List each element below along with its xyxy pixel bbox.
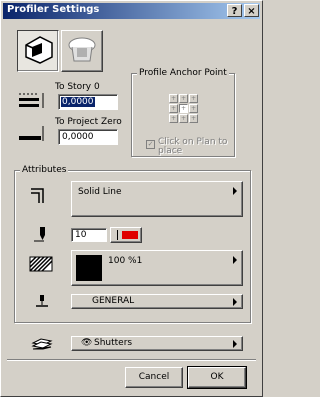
anchor-middle-left[interactable]: +	[169, 104, 178, 113]
divider	[7, 359, 256, 361]
anchor-bottom-left[interactable]: +	[169, 114, 178, 123]
anchor-middle-center[interactable]: +	[179, 104, 188, 113]
favorites-popup[interactable]: 👁 Shutters	[71, 336, 243, 351]
profiler-settings-dialog: Profiler Settings ? × To Story 0 0,0000 …	[0, 0, 263, 397]
help-button[interactable]: ?	[227, 4, 242, 17]
popup-arrow-icon	[233, 256, 237, 264]
title-bar: Profiler Settings ? ×	[3, 3, 260, 19]
to-story-input[interactable]: 0,0000	[58, 94, 118, 110]
favorites-value: Shutters	[94, 338, 133, 348]
anchor-bottom-center[interactable]: +	[179, 114, 188, 123]
anchor-top-center[interactable]: +	[179, 94, 188, 103]
click-on-plan-label: Click on Plan to place	[158, 137, 228, 156]
anchor-middle-right[interactable]: +	[189, 104, 198, 113]
pen-number-value: 10	[75, 230, 87, 240]
anchor-point-grid: + + + + + + + + +	[169, 94, 199, 124]
layer-value: GENERAL	[92, 296, 135, 306]
story-offset-icon	[19, 93, 44, 108]
anchor-point-title: Profile Anchor Point	[137, 68, 229, 78]
fill-pattern-icon	[29, 256, 53, 272]
ok-button[interactable]: OK	[187, 366, 247, 389]
profile-type-button-selected[interactable]	[17, 30, 59, 72]
anchor-top-left[interactable]: +	[169, 94, 178, 103]
to-project-zero-input[interactable]: 0,0000	[58, 129, 118, 145]
eye-icon: 👁	[81, 338, 93, 348]
pen-color-button[interactable]	[110, 227, 142, 243]
fill-swatch	[76, 255, 102, 281]
click-on-plan-checkbox[interactable]: ✓	[146, 140, 155, 149]
profiler-arrow-icon	[25, 36, 53, 64]
profile-type-button[interactable]	[61, 30, 103, 72]
popup-arrow-icon	[233, 297, 237, 306]
to-project-zero-value: 0,0000	[62, 132, 94, 142]
ok-label: OK	[210, 372, 224, 382]
attributes-title: Attributes	[20, 165, 69, 175]
layer-icon	[36, 295, 48, 307]
window-title: Profiler Settings	[7, 4, 100, 15]
popup-arrow-icon	[233, 187, 237, 195]
anchor-top-right[interactable]: +	[189, 94, 198, 103]
anchor-bottom-right[interactable]: +	[189, 114, 198, 123]
to-story-label: To Story 0	[55, 82, 100, 92]
line-type-icon	[31, 188, 44, 203]
fill-value: 100 %1	[108, 256, 143, 266]
cancel-button[interactable]: Cancel	[125, 367, 183, 388]
pedestal-icon	[68, 37, 96, 62]
pen-number-input[interactable]: 10	[71, 228, 107, 242]
cancel-label: Cancel	[138, 372, 170, 382]
line-type-popup[interactable]: Solid Line	[71, 181, 243, 217]
line-type-value: Solid Line	[78, 187, 122, 197]
pen-icon	[34, 227, 45, 242]
to-project-zero-label: To Project Zero	[55, 117, 122, 127]
favorites-icon	[31, 338, 53, 350]
close-button[interactable]: ×	[244, 4, 259, 17]
fill-type-popup[interactable]: 100 %1	[71, 250, 243, 286]
popup-arrow-icon	[233, 339, 237, 348]
project-zero-icon	[19, 126, 44, 141]
to-story-value: 0,0000	[61, 97, 95, 107]
layer-popup[interactable]: GENERAL	[71, 294, 243, 309]
pen-color-swatch	[122, 231, 138, 239]
